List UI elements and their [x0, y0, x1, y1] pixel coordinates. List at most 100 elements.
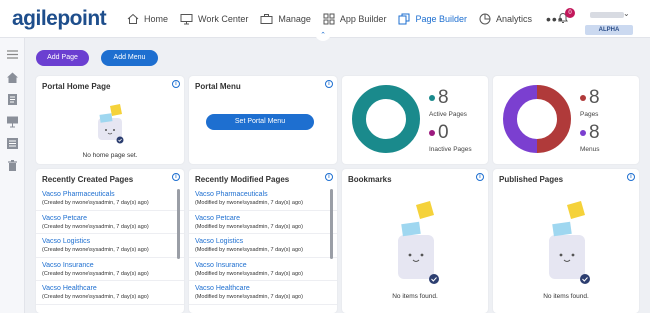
nav-manage-label: Manage [278, 14, 311, 24]
bookmarks-card: Bookmarks i No items found. [342, 169, 488, 313]
nav-home-label: Home [144, 14, 169, 24]
chevron-down-icon[interactable]: ⌄ [623, 9, 630, 18]
page-meta: (Modified by nwone\sysadmin, 7 day(s) ag… [195, 294, 303, 300]
page-link[interactable]: Vacso Petcare [195, 215, 240, 222]
pages-label: Pages [580, 111, 599, 118]
menus-legend-dot [580, 130, 586, 136]
info-icon[interactable]: i [172, 80, 180, 88]
info-icon[interactable]: i [325, 80, 333, 88]
chevron-up-icon: ⌃ [320, 32, 326, 39]
set-portal-menu-button[interactable]: Set Portal Menu [206, 114, 314, 130]
home-icon [127, 13, 139, 24]
monitor-icon [180, 14, 193, 25]
list-icon[interactable] [6, 137, 19, 150]
nav-page-builder-label: Page Builder [415, 14, 467, 24]
user-name[interactable] [590, 12, 624, 18]
nav-page-builder[interactable]: Page Builder [398, 0, 467, 38]
empty-message: No items found. [392, 293, 438, 300]
pages-slice [536, 85, 571, 153]
agilepoint-logo[interactable]: agilepoint [12, 7, 107, 31]
empty-folder-illustration [549, 201, 590, 284]
scrollbar[interactable] [177, 189, 180, 259]
card-title: Recently Created Pages [42, 175, 134, 184]
page-meta: (Modified by nwone\sysadmin, 7 day(s) ag… [195, 200, 303, 206]
page-link[interactable]: Vacso Insurance [42, 262, 94, 269]
page-meta: (Modified by nwone\sysadmin, 7 day(s) ag… [195, 247, 303, 253]
info-icon[interactable]: i [172, 173, 180, 181]
page-meta: (Created by nwone\sysadmin, 7 day(s) ago… [42, 200, 149, 206]
recently-created-pages-card: Recently Created Pages i Vacso Pharmaceu… [36, 169, 184, 313]
nav-work-center[interactable]: Work Center [180, 0, 248, 38]
nav-work-center-label: Work Center [198, 14, 249, 24]
list-item[interactable]: Vacso Petcare (Created by nwone\sysadmin,… [36, 211, 184, 234]
document-icon[interactable] [6, 93, 19, 106]
user-role-badge: ALPHA [585, 25, 633, 35]
presentation-icon[interactable] [6, 115, 19, 128]
nav-analytics-label: Analytics [495, 14, 532, 24]
home-icon[interactable] [6, 71, 19, 84]
page-link[interactable]: Vacso Pharmaceuticals [42, 191, 115, 198]
page-link[interactable]: Vacso Logistics [42, 238, 90, 245]
list-item[interactable]: Vacso Pharmaceuticals (Created by nwone\s… [36, 187, 184, 211]
page-link[interactable]: Vacso Healthcare [195, 285, 250, 292]
empty-message: No items found. [543, 293, 589, 300]
add-page-button[interactable]: Add Page [36, 50, 89, 66]
pages-stats-card: 8 Active Pages 0 Inactive Pages [342, 76, 488, 164]
page-link[interactable]: Vacso Healthcare [42, 285, 97, 292]
list-item[interactable]: Vacso Pharmaceuticals (Modified by nwone\… [189, 187, 337, 211]
page-meta: (Modified by nwone\sysadmin, 7 day(s) ag… [195, 270, 303, 277]
menus-label: Menus [580, 146, 600, 153]
page-meta: (Created by nwone\sysadmin, 7 day(s) ago… [42, 270, 149, 277]
active-pages-ring [352, 85, 420, 153]
pages-icon [398, 13, 410, 25]
pages-menus-donut-chart [503, 85, 571, 153]
page-link[interactable]: Vacso Petcare [42, 215, 87, 222]
portal-menu-card: Portal Menu i Set Portal Menu [189, 76, 337, 164]
list-item[interactable]: Vacso Petcare (Modified by nwone\sysadmin… [189, 211, 337, 234]
recent-modified-list: Vacso Pharmaceuticals (Modified by nwone\… [189, 187, 337, 305]
notification-badge: 0 [565, 8, 575, 18]
info-icon[interactable]: i [325, 173, 333, 181]
main-nav: Home Work Center Manage App Builder Page… [127, 0, 564, 38]
active-legend-dot [429, 95, 435, 101]
hamburger-icon[interactable] [6, 48, 19, 61]
page-link[interactable]: Vacso Insurance [195, 262, 247, 269]
nav-home[interactable]: Home [127, 0, 168, 38]
page-link[interactable]: Vacso Pharmaceuticals [195, 191, 268, 198]
list-item[interactable]: Vacso Insurance (Created by nwone\sysadmi… [36, 258, 184, 281]
published-pages-card: Published Pages i No items found. [493, 169, 639, 313]
page-meta: (Modified by nwone\sysadmin, 7 day(s) ag… [195, 223, 303, 230]
active-pages-donut-chart [352, 85, 420, 153]
nav-manage[interactable]: Manage [260, 0, 311, 38]
nav-app-builder[interactable]: App Builder [323, 0, 387, 38]
info-icon[interactable]: i [627, 173, 635, 181]
inactive-legend-dot [429, 130, 435, 136]
pages-legend-dot [580, 95, 586, 101]
card-title: Portal Home Page [42, 82, 111, 91]
empty-message: No home page set. [82, 152, 138, 159]
collapse-header-button[interactable]: ⌃ [315, 31, 331, 41]
left-sidebar [0, 38, 25, 313]
list-item[interactable]: Vacso Healthcare (Created by nwone\sysadm… [36, 281, 184, 305]
list-item[interactable]: Vacso Healthcare (Modified by nwone\sysad… [189, 281, 337, 305]
scrollbar[interactable] [330, 189, 333, 259]
briefcase-icon [260, 14, 273, 24]
card-title: Portal Menu [195, 82, 241, 91]
list-item[interactable]: Vacso Logistics (Created by nwone\sysadmi… [36, 234, 184, 258]
page-link[interactable]: Vacso Logistics [195, 238, 243, 245]
nav-app-builder-label: App Builder [339, 14, 387, 24]
page-meta: (Created by nwone\sysadmin, 7 day(s) ago… [42, 294, 149, 300]
add-menu-button[interactable]: Add Menu [101, 50, 158, 66]
nav-analytics[interactable]: Analytics [479, 0, 532, 38]
trash-icon[interactable] [6, 159, 19, 172]
active-pages-label: Active Pages [429, 111, 467, 118]
page-meta: (Created by nwone\sysadmin, 7 day(s) ago… [42, 223, 149, 230]
card-title: Published Pages [499, 175, 564, 184]
list-item[interactable]: Vacso Logistics (Modified by nwone\sysadm… [189, 234, 337, 258]
inactive-pages-count: 0 [438, 122, 449, 143]
list-item[interactable]: Vacso Insurance (Modified by nwone\sysadm… [189, 258, 337, 281]
pie-icon [479, 13, 491, 25]
inactive-pages-label: Inactive Pages [429, 146, 472, 153]
card-title: Bookmarks [348, 175, 392, 184]
info-icon[interactable]: i [476, 173, 484, 181]
